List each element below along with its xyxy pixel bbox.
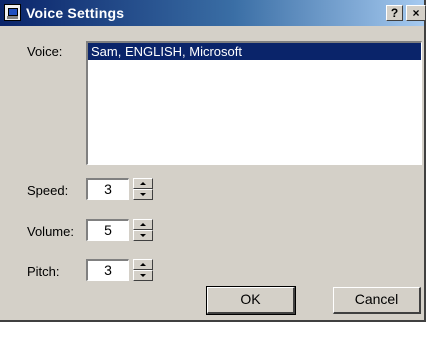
speed-increase-button[interactable] — [133, 178, 153, 189]
title-bar[interactable]: Voice Settings ? × — [0, 0, 426, 26]
close-button[interactable]: × — [406, 5, 426, 21]
volume-label: Volume: — [27, 224, 74, 239]
volume-input[interactable]: 5 — [86, 219, 129, 241]
ok-button[interactable]: OK — [206, 286, 296, 315]
arrow-up-icon — [140, 263, 146, 266]
voice-listbox[interactable]: Sam, ENGLISH, Microsoft — [86, 41, 422, 165]
arrow-up-icon — [140, 223, 146, 226]
speed-label: Speed: — [27, 183, 69, 198]
arrow-down-icon — [140, 234, 146, 237]
pitch-input[interactable]: 3 — [86, 259, 129, 281]
pitch-increase-button[interactable] — [133, 259, 153, 270]
volume-decrease-button[interactable] — [133, 230, 153, 241]
pitch-label: Pitch: — [27, 264, 60, 279]
pitch-spinner — [133, 259, 153, 281]
volume-increase-button[interactable] — [133, 219, 153, 230]
speech-app-icon[interactable] — [4, 4, 21, 21]
pitch-decrease-button[interactable] — [133, 270, 153, 281]
arrow-up-icon — [140, 182, 146, 185]
speed-decrease-button[interactable] — [133, 189, 153, 200]
speed-input[interactable]: 3 — [86, 178, 129, 200]
speed-spinner — [133, 178, 153, 200]
help-button[interactable]: ? — [386, 5, 403, 21]
window-title: Voice Settings — [26, 5, 125, 21]
voice-label: Voice: — [27, 44, 63, 59]
voice-settings-dialog: Voice Settings ? × Voice: Sam, ENGLISH, … — [0, 0, 426, 322]
cancel-button[interactable]: Cancel — [333, 287, 421, 314]
voice-list-item[interactable]: Sam, ENGLISH, Microsoft — [88, 43, 421, 60]
arrow-down-icon — [140, 193, 146, 196]
arrow-down-icon — [140, 274, 146, 277]
volume-spinner — [133, 219, 153, 241]
